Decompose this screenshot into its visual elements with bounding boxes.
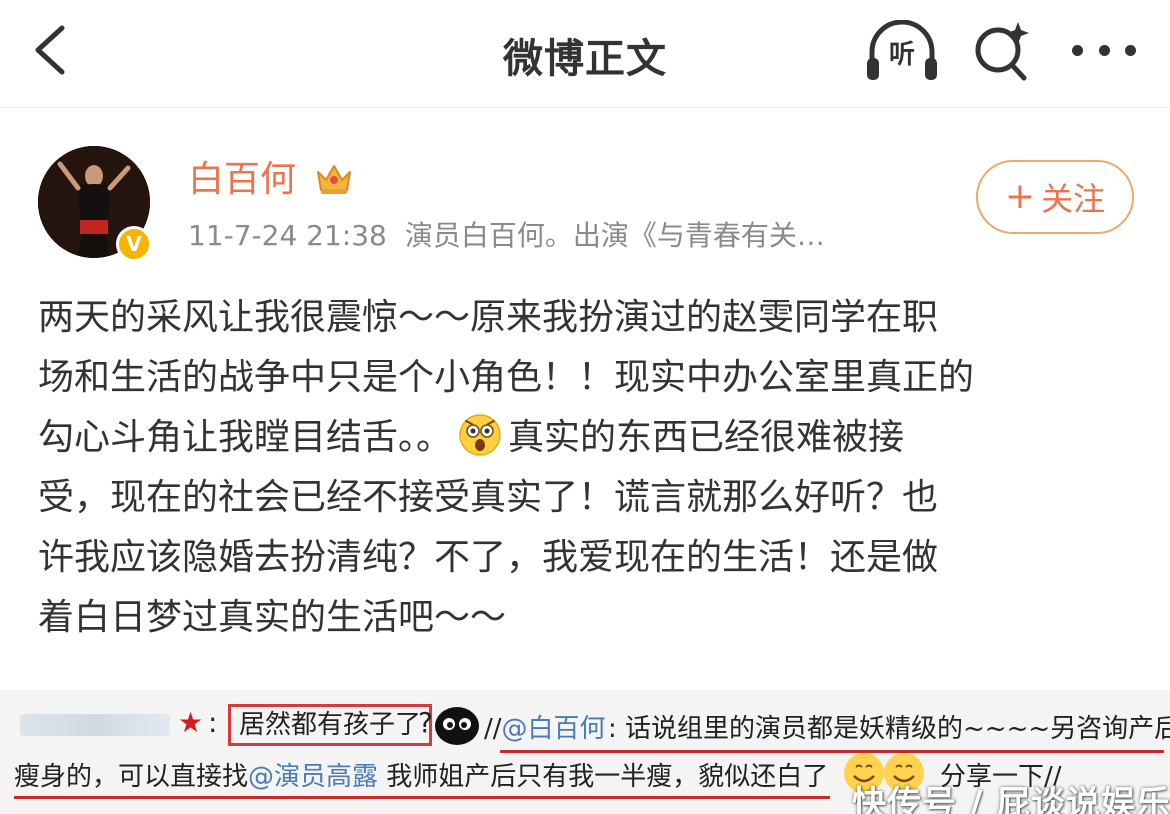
- post-line: 两天的采风让我很震惊～～原来我扮演过的赵雯同学在职: [38, 297, 939, 338]
- mention-link[interactable]: @白百何: [502, 714, 606, 744]
- follow-button[interactable]: + 关注: [976, 160, 1134, 234]
- embedded-colon: :: [208, 706, 218, 739]
- watermark: 快传号 / 屁谈说娱乐: [852, 784, 1170, 814]
- more-dot-icon: [1125, 44, 1136, 56]
- post-meta: 11-7-24 21:38 演员白百何。出演《与青春有关…: [188, 216, 825, 256]
- listen-label: 听: [888, 40, 915, 70]
- shocked-face-emoji-icon: [459, 414, 501, 456]
- top-bar: 微博正文 听: [0, 0, 1170, 108]
- post-line: 许我应该隐婚去扮清纯？不了，我爱现在的生活！还是做: [38, 537, 939, 578]
- more-dot-icon: [1098, 44, 1110, 56]
- black-ghost-emoji-icon: [435, 707, 479, 745]
- embedded-question-mark: ?: [418, 706, 433, 739]
- post-line: 受，现在的社会已经不接受真实了！谎言就那么好听？也: [38, 477, 939, 518]
- author-name[interactable]: 白百何: [188, 158, 296, 202]
- search-sparkle-icon: [975, 22, 1029, 81]
- slash: //: [484, 714, 502, 744]
- star-icon: ★: [178, 706, 204, 739]
- blurred-username: [20, 714, 170, 736]
- reply-mention: //@白百何: [484, 708, 606, 745]
- post-time: 11-7-24 21:38: [188, 219, 387, 252]
- crown-icon: [317, 165, 351, 194]
- reply-text-continued: 瘦身的，可以直接找@演员高露 我师姐产后只有我一半瘦，貌似还白了: [14, 756, 828, 793]
- row2-prefix: 瘦身的，可以直接找: [14, 762, 249, 792]
- post-line: 勾心斗角让我瞠目结舌。。 真实的东西已经很难被接: [38, 408, 1128, 468]
- post-body: 两天的采风让我很震惊～～原来我扮演过的赵雯同学在职 场和生活的战争中只是个小角色…: [38, 288, 1128, 648]
- red-underline: [14, 796, 830, 799]
- post-line: 着白日梦过真实的生活吧～～: [38, 597, 507, 638]
- plus-icon: +: [1004, 176, 1036, 217]
- post-line-part: 真实的东西已经很难被接: [508, 417, 905, 458]
- highlighted-comment: 居然都有孩子了: [228, 704, 433, 746]
- embedded-row-1: ★ : 居然都有孩子了 ? //@白百何 : 话说组里的演员都是妖精级的~~~~…: [0, 700, 1170, 753]
- search-button[interactable]: [970, 18, 1034, 84]
- follow-label: 关注: [1041, 180, 1106, 218]
- author-bio: 演员白百何。出演《与青春有关…: [404, 219, 825, 252]
- more-options-button[interactable]: [1072, 30, 1136, 70]
- reply-text: : 话说组里的演员都是妖精级的~~~~另咨询产后: [608, 714, 1170, 744]
- mention-link[interactable]: @演员高露: [248, 762, 378, 792]
- verified-badge: V: [116, 226, 152, 262]
- post-line: 场和生活的战争中只是个小角色！！现实中办公室里真正的: [38, 357, 975, 398]
- post-line-part: 勾心斗角让我瞠目结舌。。: [38, 417, 453, 458]
- row2-suffix: 我师姐产后只有我一半瘦，貌似还白了: [378, 762, 829, 792]
- more-dot-icon: [1072, 44, 1083, 56]
- listen-button[interactable]: 听: [864, 20, 940, 84]
